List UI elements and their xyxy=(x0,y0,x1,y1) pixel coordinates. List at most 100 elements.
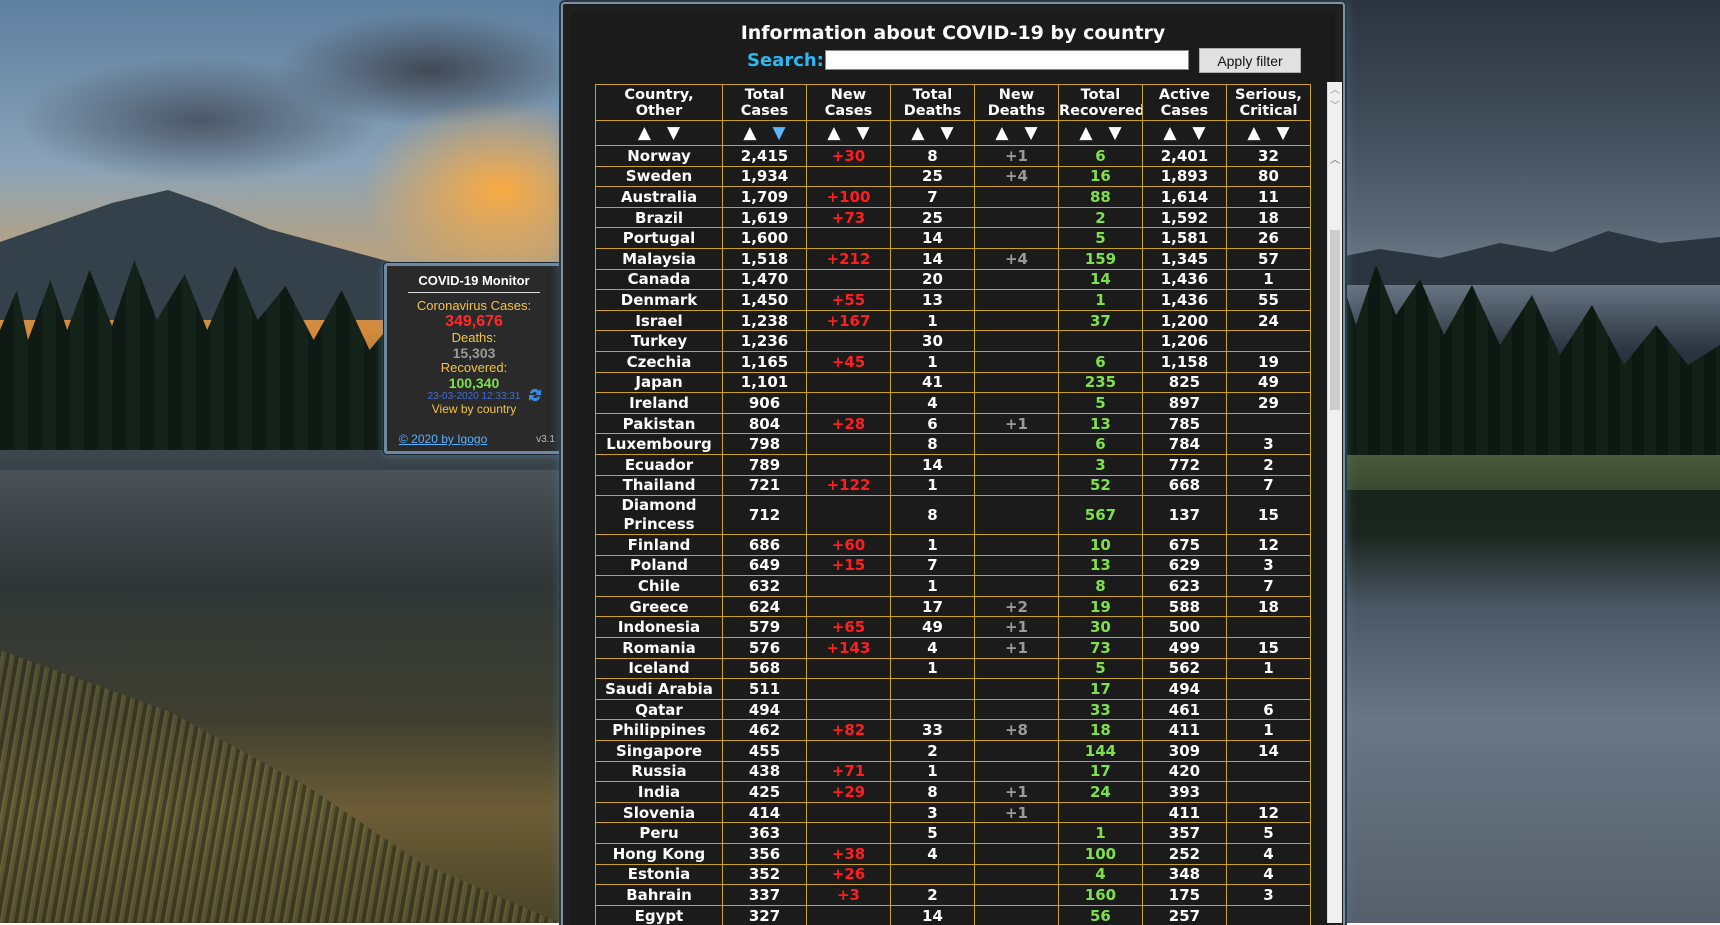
table-row[interactable]: Philippines462+8233+8184111 xyxy=(596,720,1311,741)
sort-ascending-icon[interactable]: ▲ xyxy=(1079,123,1092,143)
sort-descending-icon[interactable]: ▼ xyxy=(1024,123,1037,143)
table-row[interactable]: Australia1,709+1007881,61411 xyxy=(596,187,1311,208)
sort-ascending-icon[interactable]: ▲ xyxy=(911,123,924,143)
sort-ascending-icon[interactable]: ▲ xyxy=(995,123,1008,143)
cell-new-deaths xyxy=(974,434,1058,455)
sort-ascending-icon[interactable]: ▲ xyxy=(1247,123,1260,143)
vertical-scrollbar[interactable]: ︿ ﹀ ︿ xyxy=(1327,82,1342,923)
table-row[interactable]: Sweden1,93425+4161,89380 xyxy=(596,166,1311,187)
scrollbar-thumb[interactable] xyxy=(1330,230,1340,410)
sort-descending-icon[interactable]: ▼ xyxy=(940,123,953,143)
cell-serious-critical: 3 xyxy=(1226,434,1310,455)
cell-new-cases: +15 xyxy=(807,555,891,576)
table-row[interactable]: Russia438+71117420 xyxy=(596,761,1311,782)
sort-descending-icon[interactable]: ▼ xyxy=(1192,123,1205,143)
cell-new-cases: +45 xyxy=(807,351,891,372)
cell-active-cases: 1,158 xyxy=(1142,351,1226,372)
table-row[interactable]: Thailand721+1221526687 xyxy=(596,475,1311,496)
copyright-link[interactable]: © 2020 by Igogo xyxy=(399,432,487,446)
table-row[interactable]: Egypt3271456257 xyxy=(596,905,1311,925)
sort-descending-icon[interactable]: ▼ xyxy=(1276,123,1289,143)
table-row[interactable]: Greece62417+21958818 xyxy=(596,596,1311,617)
table-row[interactable]: Portugal1,6001451,58126 xyxy=(596,228,1311,249)
cell-total-cases: 1,934 xyxy=(723,166,807,187)
table-row[interactable]: Bahrain337+321601753 xyxy=(596,885,1311,906)
table-row[interactable]: Malaysia1,518+21214+41591,34557 xyxy=(596,248,1311,269)
table-row[interactable]: Czechia1,165+45161,15819 xyxy=(596,351,1311,372)
table-row[interactable]: Singapore455214430914 xyxy=(596,741,1311,762)
table-row[interactable]: Qatar494334616 xyxy=(596,699,1311,720)
sort-descending-icon[interactable]: ▼ xyxy=(667,123,680,143)
sort-descending-icon[interactable]: ▼ xyxy=(1108,123,1121,143)
cell-total-recovered: 144 xyxy=(1058,741,1142,762)
cell-total-recovered: 100 xyxy=(1058,844,1142,865)
cell-total-recovered: 33 xyxy=(1058,699,1142,720)
table-row[interactable]: Hong Kong356+3841002524 xyxy=(596,844,1311,865)
gadget-title: COVID-19 Monitor xyxy=(408,273,540,293)
table-row[interactable]: Iceland568155621 xyxy=(596,658,1311,679)
table-row[interactable]: Saudi Arabia51117494 xyxy=(596,679,1311,700)
table-row[interactable]: Slovenia4143+141112 xyxy=(596,802,1311,823)
table-row[interactable]: Romania576+1434+17349915 xyxy=(596,638,1311,659)
scroll-down-icon[interactable]: ﹀ xyxy=(1328,100,1342,114)
scroll-up-arrow-icon[interactable]: ︿ xyxy=(1328,154,1342,168)
covid-monitor-gadget[interactable]: COVID-19 Monitor Coronavirus Cases: 349,… xyxy=(384,263,564,454)
table-row[interactable]: Turkey1,236301,206 xyxy=(596,331,1311,352)
table-body: Norway2,415+308+162,40132Sweden1,93425+4… xyxy=(596,146,1311,925)
cell-total-cases: 1,450 xyxy=(723,290,807,311)
table-row[interactable]: Indonesia579+6549+130500 xyxy=(596,617,1311,638)
table-row[interactable]: Denmark1,450+551311,43655 xyxy=(596,290,1311,311)
cell-country: Hong Kong xyxy=(596,844,723,865)
cell-total-recovered: 2 xyxy=(1058,207,1142,228)
cell-country: Bahrain xyxy=(596,885,723,906)
cell-active-cases: 411 xyxy=(1142,720,1226,741)
cell-active-cases: 348 xyxy=(1142,864,1226,885)
table-row[interactable]: India425+298+124393 xyxy=(596,782,1311,803)
cell-total-cases: 649 xyxy=(723,555,807,576)
cell-serious-critical: 7 xyxy=(1226,475,1310,496)
table-row[interactable]: Brazil1,619+732521,59218 xyxy=(596,207,1311,228)
sort-cell-total-deaths: ▲▼ xyxy=(890,121,974,146)
table-row[interactable]: Luxembourg798867843 xyxy=(596,434,1311,455)
table-row[interactable]: Pakistan804+286+113785 xyxy=(596,413,1311,434)
sort-ascending-icon[interactable]: ▲ xyxy=(1163,123,1176,143)
refresh-icon[interactable] xyxy=(527,386,543,409)
cell-total-deaths: 33 xyxy=(890,720,974,741)
cell-country: Canada xyxy=(596,269,723,290)
sort-descending-icon[interactable]: ▼ xyxy=(856,123,869,143)
cell-serious-critical: 1 xyxy=(1226,720,1310,741)
table-row[interactable]: Finland686+6011067512 xyxy=(596,535,1311,556)
table-row[interactable]: Canada1,47020141,4361 xyxy=(596,269,1311,290)
cell-serious-critical: 55 xyxy=(1226,290,1310,311)
table-row[interactable]: Estonia352+2643484 xyxy=(596,864,1311,885)
cell-total-deaths: 2 xyxy=(890,885,974,906)
table-row[interactable]: Japan1,1014123582549 xyxy=(596,372,1311,393)
cell-new-deaths: +8 xyxy=(974,720,1058,741)
table-row[interactable]: Diamond Princess712856713715 xyxy=(596,496,1311,535)
sort-ascending-icon[interactable]: ▲ xyxy=(743,123,756,143)
search-input[interactable] xyxy=(825,50,1189,70)
covid-info-window: Information about COVID-19 by country Se… xyxy=(561,2,1345,925)
apply-filter-button[interactable]: Apply filter xyxy=(1199,48,1301,73)
cell-total-deaths: 7 xyxy=(890,187,974,208)
sort-ascending-icon[interactable]: ▲ xyxy=(827,123,840,143)
table-row[interactable]: Peru363513575 xyxy=(596,823,1311,844)
sort-ascending-icon[interactable]: ▲ xyxy=(638,123,651,143)
table-row[interactable]: Norway2,415+308+162,40132 xyxy=(596,146,1311,167)
table-row[interactable]: Israel1,238+1671371,20024 xyxy=(596,310,1311,331)
cell-total-recovered: 73 xyxy=(1058,638,1142,659)
table-row[interactable]: Poland649+157136293 xyxy=(596,555,1311,576)
table-row[interactable]: Ecuador7891437722 xyxy=(596,454,1311,475)
sort-cell-total-cases: ▲▼ xyxy=(723,121,807,146)
table-row[interactable]: Ireland9064589729 xyxy=(596,393,1311,414)
cell-new-cases xyxy=(807,905,891,925)
cell-new-deaths xyxy=(974,679,1058,700)
wallpaper-field-right xyxy=(1320,455,1720,490)
cell-total-recovered: 5 xyxy=(1058,658,1142,679)
sort-descending-icon[interactable]: ▼ xyxy=(773,123,786,143)
cell-new-cases xyxy=(807,393,891,414)
scroll-up-icon[interactable]: ︿ xyxy=(1328,84,1342,98)
cell-serious-critical: 18 xyxy=(1226,207,1310,228)
table-row[interactable]: Chile632186237 xyxy=(596,576,1311,597)
cell-total-recovered: 6 xyxy=(1058,351,1142,372)
